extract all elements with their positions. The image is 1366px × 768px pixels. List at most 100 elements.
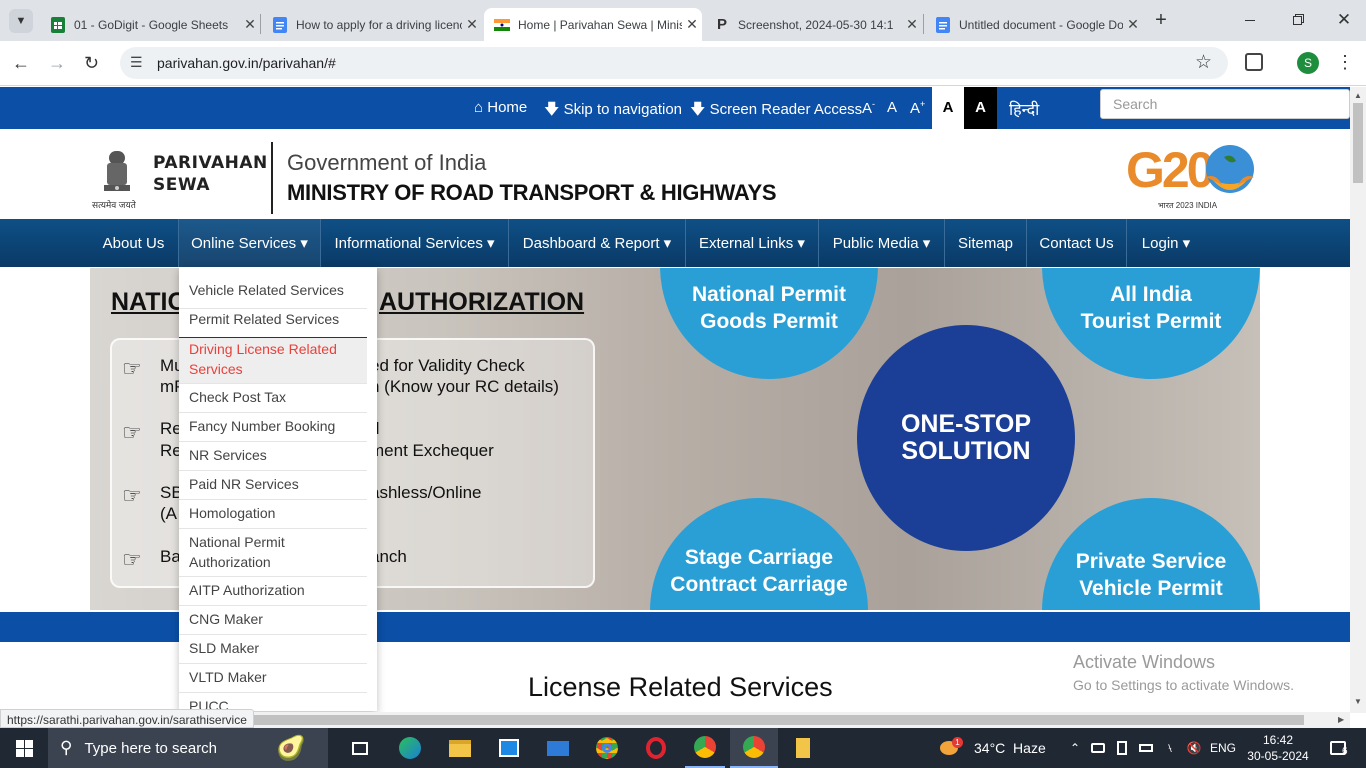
- tab-title: 01 - GoDigit - Google Sheets: [74, 17, 229, 32]
- scroll-right-icon[interactable]: ▶: [1338, 715, 1344, 724]
- close-icon[interactable]: ✕: [240, 16, 260, 33]
- menu-item-vehicle-services[interactable]: Vehicle Related Services: [179, 280, 367, 309]
- hindi-link[interactable]: हिन्दी: [1009, 98, 1039, 120]
- nav-contact-us[interactable]: Contact Us: [1027, 219, 1126, 267]
- scrollbar-thumb[interactable]: [1353, 103, 1363, 183]
- mail-icon[interactable]: [538, 728, 578, 768]
- browser-tab-driving-licence[interactable]: How to apply for a driving licence ✕: [262, 8, 482, 41]
- menu-item-paid-nr-services[interactable]: Paid NR Services: [179, 471, 367, 500]
- font-increase-button[interactable]: A+: [910, 99, 925, 117]
- network-status-icon[interactable]: [1088, 728, 1108, 768]
- menu-item-homologation[interactable]: Homologation: [179, 500, 367, 529]
- weather-widget[interactable]: 1 34°C Haze: [940, 728, 1050, 768]
- banner-bullet-left2: (A: [160, 504, 177, 523]
- tab-search-button[interactable]: ▼: [9, 9, 33, 33]
- minimize-button[interactable]: [1236, 8, 1264, 32]
- volume-muted-icon[interactable]: 🔇: [1184, 728, 1204, 768]
- language-indicator[interactable]: ENG: [1208, 728, 1238, 768]
- font-decrease-label: A: [862, 100, 873, 117]
- battery-icon[interactable]: [1136, 728, 1156, 768]
- nav-informational-services[interactable]: Informational Services ▾: [321, 219, 508, 267]
- restore-button[interactable]: [1283, 8, 1311, 32]
- notification-center-icon[interactable]: 6: [1318, 728, 1358, 768]
- new-tab-button[interactable]: +: [1150, 9, 1172, 31]
- file-manager-icon[interactable]: [783, 728, 823, 768]
- nav-login[interactable]: Login ▾: [1127, 219, 1205, 267]
- browser-tab-parivahan[interactable]: Home | Parivahan Sewa | Ministry ✕: [484, 8, 702, 41]
- nav-about-us[interactable]: About Us: [89, 219, 178, 267]
- forward-button[interactable]: →: [48, 52, 70, 74]
- device-icon[interactable]: [1112, 728, 1132, 768]
- site-search-input[interactable]: Search: [1100, 89, 1350, 119]
- opera-icon[interactable]: [636, 728, 676, 768]
- menu-item-vltd-maker[interactable]: VLTD Maker: [179, 664, 367, 693]
- home-link[interactable]: ⌂ Home: [474, 99, 527, 116]
- extensions-icon[interactable]: [1245, 53, 1263, 71]
- reload-button[interactable]: ↻: [84, 52, 106, 74]
- private-service-circle[interactable]: Private Service Vehicle Permit: [1042, 498, 1260, 610]
- nav-public-media[interactable]: Public Media ▾: [819, 219, 944, 267]
- profile-avatar[interactable]: S: [1297, 52, 1319, 74]
- menu-item-driving-license-services[interactable]: Driving License Related Services: [179, 338, 367, 384]
- site-info-icon[interactable]: ☰: [130, 54, 143, 71]
- contrast-dark-button[interactable]: A: [964, 87, 997, 129]
- back-button[interactable]: ←: [12, 52, 34, 74]
- wifi-icon[interactable]: ⧷: [1160, 728, 1180, 768]
- file-explorer-icon[interactable]: [440, 728, 480, 768]
- menu-item-check-post-tax[interactable]: Check Post Tax: [179, 384, 367, 413]
- docs-icon: [935, 16, 951, 33]
- screen-reader-link[interactable]: 🡇 Screen Reader Access: [690, 99, 862, 124]
- hand-point-icon: ☞: [122, 420, 142, 445]
- arrow-down-icon: 🡇: [690, 101, 710, 118]
- start-button[interactable]: [0, 728, 48, 768]
- chrome-profile-icon[interactable]: [685, 728, 725, 768]
- close-icon[interactable]: ✕: [682, 16, 702, 33]
- contrast-light-button[interactable]: A: [932, 87, 964, 129]
- close-icon[interactable]: ✕: [902, 16, 922, 33]
- vertical-scrollbar[interactable]: ▲ ▼: [1350, 87, 1366, 713]
- nav-online-services[interactable]: Online Services ▾: [179, 219, 320, 267]
- close-icon[interactable]: ✕: [1123, 16, 1143, 33]
- close-window-button[interactable]: ✕: [1330, 8, 1358, 32]
- nav-external-links[interactable]: External Links ▾: [686, 219, 818, 267]
- taskbar-search-box[interactable]: ⚲ Type here to search 🥑: [48, 728, 328, 768]
- task-view-icon[interactable]: [340, 728, 380, 768]
- scroll-up-icon[interactable]: ▲: [1354, 91, 1362, 100]
- nav-dashboard-report[interactable]: Dashboard & Report ▾: [509, 219, 685, 267]
- nav-sitemap[interactable]: Sitemap: [945, 219, 1026, 267]
- edge-icon[interactable]: [390, 728, 430, 768]
- menu-item-nr-services[interactable]: NR Services: [179, 442, 367, 471]
- skip-navigation-link[interactable]: 🡇 Skip to navigation: [544, 99, 682, 124]
- clock[interactable]: 16:42 30-05-2024: [1246, 728, 1310, 768]
- windows-logo-icon: [15, 739, 33, 757]
- bookmark-star-icon[interactable]: ☆: [1195, 51, 1212, 74]
- menu-item-aitp-authorization[interactable]: AITP Authorization: [179, 577, 367, 606]
- browser-tab-untitled[interactable]: Untitled document - Google Docs ✕: [925, 8, 1143, 41]
- font-decrease-button[interactable]: A-: [862, 99, 875, 117]
- microsoft-store-icon[interactable]: [489, 728, 529, 768]
- menu-item-permit-services[interactable]: Permit Related Services: [179, 309, 367, 338]
- scroll-down-icon[interactable]: ▼: [1354, 697, 1362, 706]
- browser-menu-icon[interactable]: ⋮: [1336, 51, 1354, 75]
- address-bar[interactable]: ☰ parivahan.gov.in/parivahan/# ☆: [120, 47, 1228, 79]
- show-hidden-icons-button[interactable]: ⌃: [1066, 728, 1084, 768]
- menu-item-sld-maker[interactable]: SLD Maker: [179, 635, 367, 664]
- notification-count: 6: [1342, 746, 1348, 757]
- menu-item-national-permit-authorization[interactable]: National Permit Authorization: [179, 529, 367, 577]
- chrome-icon[interactable]: [587, 728, 627, 768]
- banner-heading-left: NATIO: [111, 288, 187, 316]
- arrow-down-icon: 🡇: [544, 101, 564, 118]
- browser-tab-godigit[interactable]: 01 - GoDigit - Google Sheets ✕: [40, 8, 260, 41]
- one-stop-solution-circle[interactable]: ONE-STOP SOLUTION: [857, 325, 1075, 551]
- menu-item-fancy-number-booking[interactable]: Fancy Number Booking: [179, 413, 367, 442]
- font-normal-button[interactable]: A: [887, 99, 897, 116]
- india-flag-icon: [494, 17, 510, 33]
- browser-tab-screenshot[interactable]: P Screenshot, 2024-05-30 14:1 ✕: [704, 8, 922, 41]
- all-india-permit-circle[interactable]: All India Tourist Permit: [1042, 268, 1260, 379]
- status-bar-url: https://sarathi.parivahan.gov.in/sarathi…: [0, 709, 254, 728]
- stage-carriage-circle[interactable]: Stage Carriage Contract Carriage: [650, 498, 868, 610]
- national-permit-circle[interactable]: National Permit Goods Permit: [660, 268, 878, 379]
- menu-item-cng-maker[interactable]: CNG Maker: [179, 606, 367, 635]
- close-icon[interactable]: ✕: [462, 16, 482, 33]
- chrome-active-icon[interactable]: [730, 728, 778, 768]
